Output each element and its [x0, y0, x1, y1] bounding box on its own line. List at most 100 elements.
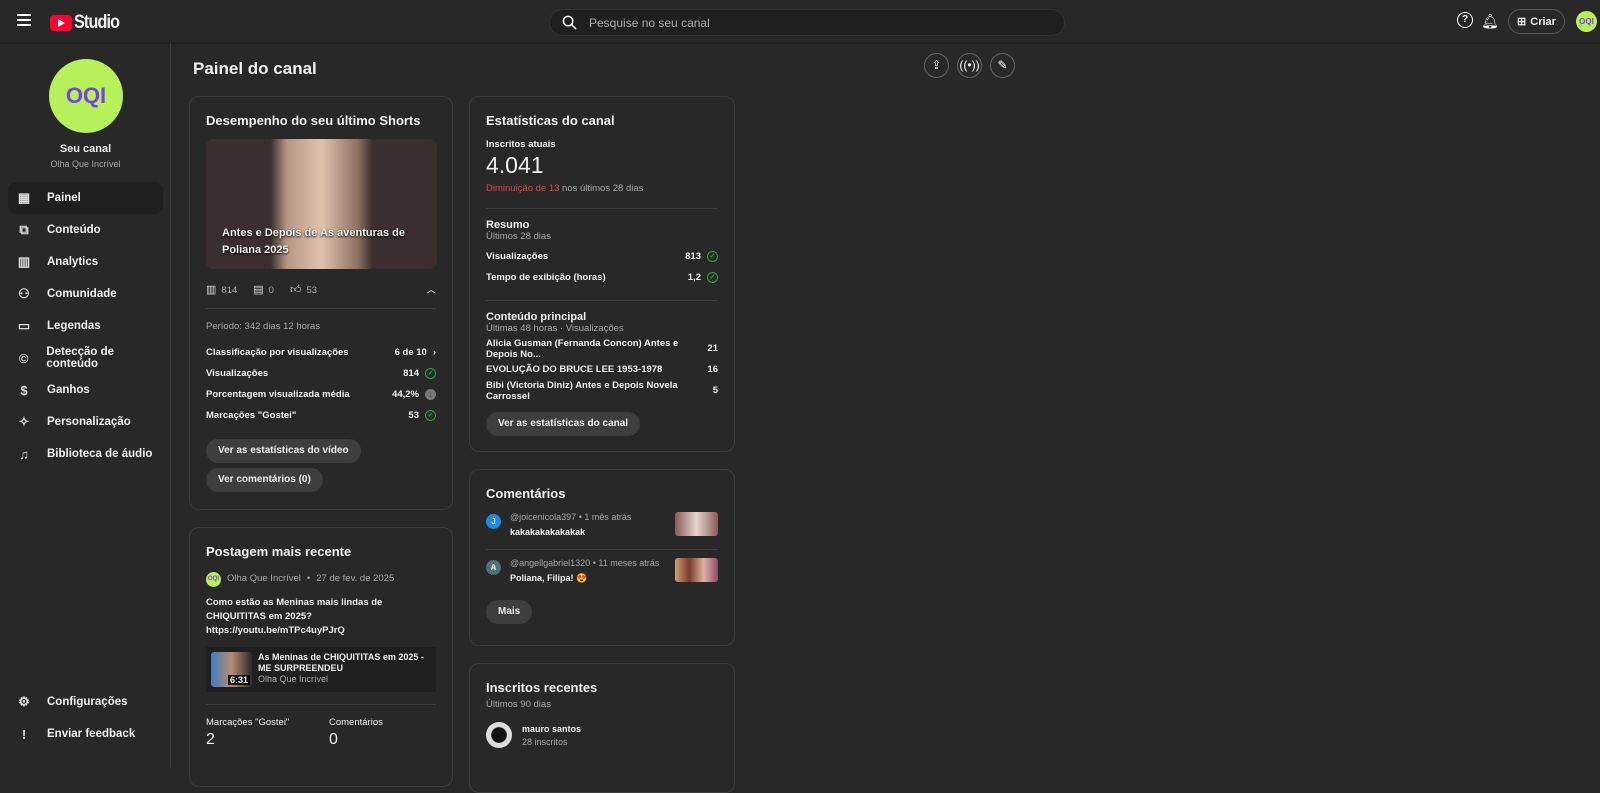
create-button[interactable]: ⊞ Criar — [1508, 9, 1565, 34]
help-icon[interactable]: ? — [1457, 12, 1473, 28]
video-channel: Olha Que Incrível — [257, 674, 328, 684]
sidebar-item-biblioteca-audio[interactable]: ♫ Biblioteca de áudio — [8, 438, 163, 470]
subscribers-change-period: nos últimos 28 dias — [559, 183, 644, 194]
bar-chart-icon: ▥ — [206, 283, 217, 296]
summary-period: Últimos 28 dias — [486, 231, 551, 242]
comment-text: kakakakakakakak — [510, 527, 586, 537]
stat-row[interactable]: Classificação por visualizações 6 de 10 › — [206, 342, 436, 363]
video-title: As Meninas de CHIQUITITAS em 2025 - ME S… — [257, 652, 424, 673]
arrow-down-circle-icon: ↓ — [425, 389, 436, 400]
post-author: Olha Que Incrível — [227, 573, 301, 584]
subscriber-count: 28 inscritos — [522, 736, 568, 747]
upload-button[interactable]: ⇪ — [924, 53, 949, 78]
shorts-quick-stats: ▥ 814 ▤ 0 👍︎ 53 ︿ — [206, 282, 436, 297]
live-icon: ((•)) — [959, 58, 980, 72]
commenter-avatar: J — [486, 514, 501, 529]
stat-value: 53 — [408, 410, 419, 421]
post-link[interactable]: https://youtu.be/mTPc4uyPJrQ — [206, 624, 436, 638]
top-bar: Studio ? 🔔︎ ⊞Criar OQI — [0, 0, 1600, 43]
stat-row: Marcações "Gostei" 53 ✓ — [206, 405, 436, 426]
top-content-row[interactable]: Alicia Gusman (Fernanda Concon) Antes e … — [486, 338, 718, 360]
post-video[interactable]: 6:31 As Meninas de CHIQUITITAS em 2025 - … — [206, 647, 436, 692]
sidebar-item-personalizacao[interactable]: ✧ Personalização — [8, 406, 163, 438]
feedback-icon: ! — [21, 726, 27, 742]
video-thumbnail — [675, 512, 718, 536]
upload-icon: ⇪ — [931, 58, 942, 72]
comment-icon: ▤ — [253, 283, 264, 296]
chevron-up-icon[interactable]: ︿ — [426, 282, 436, 296]
content-icon: ⧉ — [19, 222, 29, 237]
post-text: Como estão as Meninas mais lindas de CHI… — [206, 596, 436, 638]
post-author-avatar: OQI — [206, 572, 221, 587]
subscribers-period: Últimos 90 dias — [486, 699, 551, 710]
comment-time: • 11 meses atrás — [592, 558, 660, 568]
sidebar-item-legendas[interactable]: ▭ Legendas — [8, 310, 163, 342]
shorts-performance-card: Desempenho do seu último Shorts Antes e … — [189, 96, 453, 510]
card-title: Estatísticas do canal — [486, 113, 615, 128]
content-title: EVOLUÇÃO DO BRUCE LEE 1953-1978 — [486, 364, 663, 375]
latest-post-card: Postagem mais recente OQI Olha Que Incrív… — [189, 527, 453, 787]
stat-value: 44,2% — [392, 389, 419, 400]
likes-label: Marcações "Gostei" — [206, 717, 290, 728]
subscribers-count: 4.041 — [486, 152, 544, 178]
copyright-icon: © — [18, 350, 29, 366]
notifications-bell-icon[interactable]: 🔔︎ — [1481, 12, 1499, 30]
stat-row: Porcentagem visualizada média 44,2% ↓ — [206, 384, 436, 405]
view-channel-stats-button[interactable]: Ver as estatísticas do canal — [486, 412, 641, 436]
shorts-title: Antes e Depois de As aventuras de Polian… — [222, 227, 405, 256]
comments-label: Comentários — [329, 717, 383, 728]
comment-user: @joicenicola397 — [510, 512, 577, 522]
chevron-right-icon: › — [432, 347, 436, 358]
view-comments-button[interactable]: Ver comentários (0) — [206, 468, 323, 492]
more-comments-button[interactable]: Mais — [486, 600, 533, 624]
channel-avatar[interactable]: OQI — [49, 59, 123, 133]
summary-title: Resumo — [486, 219, 530, 231]
shorts-thumbnail[interactable]: Antes e Depois de As aventuras de Polian… — [206, 139, 437, 269]
check-circle-icon: ✓ — [707, 272, 718, 283]
top-content-period: Últimas 48 horas · Visualizações — [486, 323, 624, 334]
card-title: Comentários — [486, 486, 566, 501]
audio-library-icon: ♫ — [19, 446, 29, 462]
dashboard-icon: ▦ — [17, 190, 31, 205]
stat-label: Tempo de exibição (horas) — [486, 272, 606, 283]
sidebar-bottom: ⚙ Configurações ! Enviar feedback — [8, 686, 163, 750]
sidebar-item-analytics[interactable]: ▥ Analytics — [8, 246, 163, 278]
stat-label: Classificação por visualizações — [206, 347, 349, 358]
stat-label: Porcentagem visualizada média — [206, 389, 350, 400]
studio-logo[interactable]: Studio — [50, 12, 127, 34]
top-content-row[interactable]: EVOLUÇÃO DO BRUCE LEE 1953-1978 16 — [486, 359, 718, 380]
search-icon — [562, 15, 577, 30]
comment-text: Poliana, Filipa! 😍 — [510, 573, 588, 583]
create-post-button[interactable]: ✎ — [990, 53, 1015, 78]
comment-item[interactable]: J @joicenicola397 • 1 mês atrás kakakakaka… — [486, 512, 718, 549]
view-video-stats-button[interactable]: Ver as estatísticas do vídeo — [206, 439, 361, 463]
post-stats: Marcações "Gostei" 2 Comentários 0 — [206, 717, 436, 749]
menu-icon[interactable] — [17, 14, 31, 26]
stat-value: 814 — [403, 368, 419, 379]
likes-count: 53 — [306, 284, 318, 296]
search-input[interactable] — [589, 15, 1029, 30]
likes-value: 2 — [206, 731, 215, 748]
top-content-row[interactable]: Bibi (Victoria Diniz) Antes e Depois Nov… — [486, 380, 718, 402]
account-avatar[interactable]: OQI — [1576, 11, 1597, 32]
subtitles-icon: ▭ — [17, 318, 31, 333]
sidebar-item-deteccao[interactable]: © Detecção de conteúdo — [8, 342, 163, 374]
sidebar-item-feedback[interactable]: ! Enviar feedback — [8, 718, 163, 750]
subscriber-item[interactable]: mauro santos 28 inscritos — [486, 722, 718, 748]
period-text: Período: 342 dias 12 horas — [206, 321, 321, 332]
sidebar-item-ganhos[interactable]: $ Ganhos — [8, 374, 163, 406]
video-thumbnail — [675, 558, 718, 582]
go-live-button[interactable]: ((•)) — [957, 53, 982, 78]
comment-item[interactable]: A @angellgabriel1320 • 11 meses atrás Poli… — [486, 558, 718, 595]
recent-subscribers-card: Inscritos recentes Últimos 90 dias mauro… — [469, 663, 735, 793]
sidebar-item-configuracoes[interactable]: ⚙ Configurações — [8, 686, 163, 718]
stat-value: 1,2 — [687, 272, 701, 283]
post-meta: OQI Olha Que Incrível • 27 de fev. de 2025 — [206, 570, 436, 587]
sidebar-item-painel[interactable]: ▦ Painel — [8, 182, 163, 214]
search-bar[interactable] — [549, 9, 1065, 36]
gear-icon: ⚙ — [18, 694, 30, 709]
sidebar-item-comunidade[interactable]: ⚇ Comunidade — [8, 278, 163, 310]
comments-card: Comentários J @joicenicola397 • 1 mês atr… — [469, 469, 735, 646]
subscribers-change: Diminuição de 13 — [486, 183, 560, 194]
sidebar-item-conteudo[interactable]: ⧉ Conteúdo — [8, 214, 163, 246]
